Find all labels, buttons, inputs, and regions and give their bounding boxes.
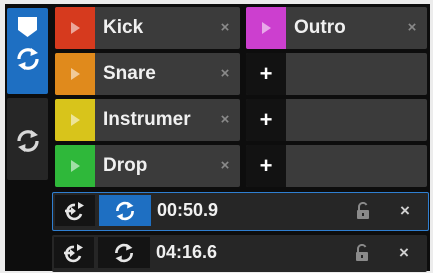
hotcue-delete-button[interactable]: ×	[214, 99, 236, 141]
jump-to-loop-button[interactable]	[54, 237, 94, 268]
loop-icon	[17, 130, 39, 152]
hotcue-slot-6-empty[interactable]: +	[246, 99, 427, 141]
loop-mode-button[interactable]	[7, 98, 48, 180]
hotcue-label: Drop	[103, 155, 148, 176]
loop-toggle-button[interactable]	[99, 195, 151, 226]
hotcue-label: Instrumer	[103, 109, 191, 130]
play-icon	[70, 160, 80, 172]
play-icon	[70, 114, 80, 126]
hotcue-play-button[interactable]	[55, 145, 95, 187]
unlock-icon[interactable]	[356, 202, 370, 220]
delete-loop-button[interactable]: ×	[392, 235, 416, 270]
hotcue-slot-1[interactable]: Kick ×	[55, 7, 240, 49]
hotcue-mode-button[interactable]	[7, 8, 48, 94]
hotcue-play-button[interactable]	[55, 7, 95, 49]
saved-loop-row[interactable]: 00:50.9 ×	[52, 192, 429, 231]
hotcue-delete-button[interactable]: ×	[214, 145, 236, 187]
hotcue-play-button[interactable]	[246, 7, 286, 49]
hotcue-slot-7[interactable]: Drop ×	[55, 145, 240, 187]
hotcue-slot-2[interactable]: Outro ×	[246, 7, 427, 49]
hotcue-play-button[interactable]	[55, 53, 95, 95]
add-hotcue-button[interactable]: +	[246, 145, 286, 187]
play-icon	[70, 68, 80, 80]
add-hotcue-button[interactable]: +	[246, 99, 286, 141]
loop-icon	[115, 243, 133, 262]
cue-marker-icon	[18, 17, 37, 37]
loop-enter-icon	[65, 201, 84, 220]
mode-column	[7, 8, 54, 180]
play-icon	[261, 22, 271, 34]
hotcue-label: Kick	[103, 17, 144, 38]
hotcue-slot-3[interactable]: Snare ×	[55, 53, 240, 95]
hotcue-delete-button[interactable]: ×	[214, 53, 236, 95]
saved-loop-row[interactable]: 04:16.6 ×	[52, 235, 427, 272]
loop-icon	[116, 201, 134, 220]
play-icon	[70, 22, 80, 34]
loop-time: 00:50.9	[157, 200, 219, 220]
delete-loop-button[interactable]: ×	[393, 193, 417, 228]
hotcue-slot-4-empty[interactable]: +	[246, 53, 427, 95]
loop-toggle-button[interactable]	[98, 237, 150, 268]
hotcue-label: Snare	[103, 63, 156, 84]
hotcue-play-button[interactable]	[55, 99, 95, 141]
hotcue-slot-5[interactable]: Instrumer ×	[55, 99, 240, 141]
loop-time: 04:16.6	[156, 242, 218, 262]
unlock-icon[interactable]	[355, 244, 369, 262]
hotcue-slot-8-empty[interactable]: +	[246, 145, 427, 187]
loop-icon	[17, 48, 39, 70]
jump-to-loop-button[interactable]	[55, 195, 95, 226]
add-hotcue-button[interactable]: +	[246, 53, 286, 95]
hotcue-delete-button[interactable]: ×	[214, 7, 236, 49]
cue-loop-panel: Kick × Outro × Snare × + Instrumer × + D…	[5, 4, 430, 272]
hotcue-label: Outro	[294, 17, 346, 38]
hotcue-delete-button[interactable]: ×	[401, 7, 423, 49]
loop-enter-icon	[64, 243, 83, 262]
